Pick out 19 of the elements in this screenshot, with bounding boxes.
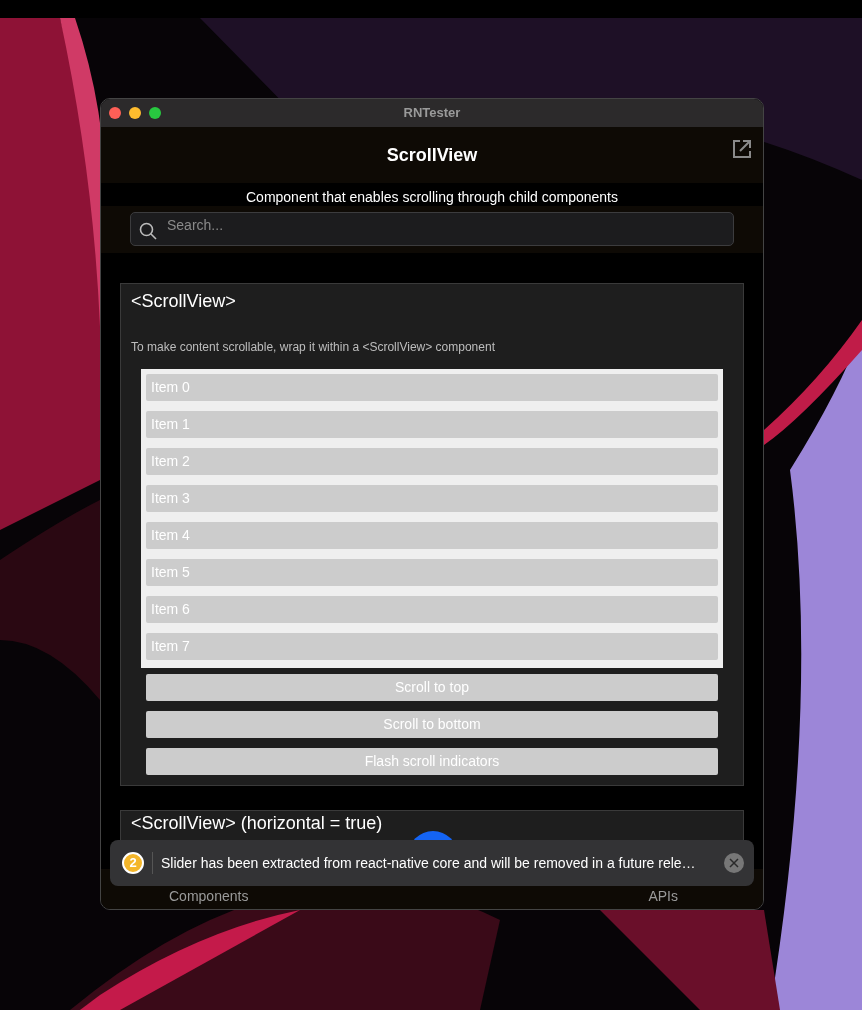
search-bar[interactable]: Search... bbox=[130, 212, 734, 246]
screen-title: ScrollView bbox=[386, 143, 478, 167]
warning-toast[interactable]: 2 Slider has been extracted from react-native core and will be removed in a future rele… bbox=[110, 840, 754, 886]
window-title: RNTester bbox=[403, 104, 461, 123]
tab[interactable]: APIs bbox=[648, 885, 678, 907]
warning-count: 2 bbox=[122, 852, 144, 874]
minimize-icon[interactable] bbox=[129, 107, 141, 119]
example-title: <ScrollView> bbox=[131, 290, 237, 312]
close-icon[interactable] bbox=[109, 107, 121, 119]
close-button[interactable] bbox=[724, 853, 744, 873]
warning-message: Slider has been extracted from react-native core and will be removed in a future rele… bbox=[161, 853, 697, 873]
example-description: To make content scrollable, wrap it within a <ScrollView> component bbox=[131, 339, 496, 356]
search-icon bbox=[139, 222, 157, 240]
zoom-icon[interactable] bbox=[149, 107, 161, 119]
tab[interactable]: Components bbox=[169, 885, 249, 907]
example-title: <ScrollView> (horizontal = true) bbox=[131, 812, 384, 834]
close-icon bbox=[729, 858, 739, 868]
external-link-icon[interactable] bbox=[732, 139, 752, 159]
screen-description: Component that enables scrolling through child components bbox=[246, 189, 618, 205]
